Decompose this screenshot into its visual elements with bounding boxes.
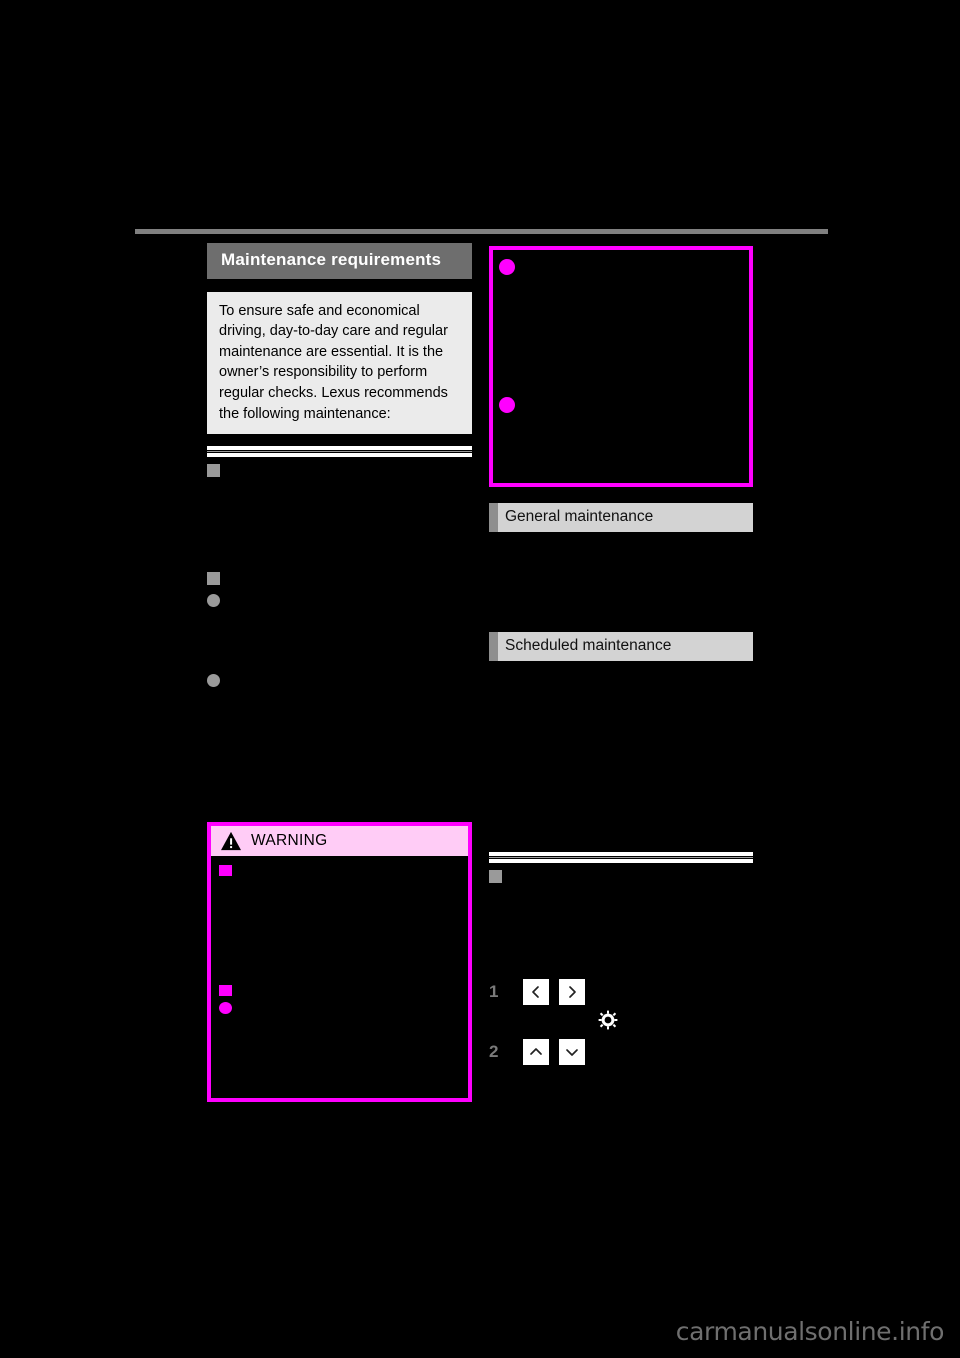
warning-item	[219, 982, 460, 996]
step-number: 1	[489, 982, 499, 1001]
warning-body	[211, 856, 468, 1022]
subheading-label: Do-it-yourself maintenance	[226, 462, 407, 479]
warning-title: WARNING	[251, 832, 328, 849]
warning-item	[219, 862, 460, 876]
subheading-secondary	[207, 569, 472, 586]
right-column-lower: 1 2	[489, 852, 753, 1065]
header-accent-bar	[489, 503, 498, 532]
page-header-rule	[135, 229, 828, 234]
warning-box: WARNING	[207, 822, 472, 1102]
dot-marker-icon	[207, 594, 220, 608]
dot-marker-icon	[219, 1002, 232, 1014]
section-header-scheduled-maintenance: Scheduled maintenance	[489, 632, 753, 661]
chevron-up-icon[interactable]	[523, 1039, 549, 1065]
manual-page: Maintenance requirements To ensure safe …	[0, 0, 960, 1358]
square-marker-icon	[207, 464, 220, 478]
callout-dot-icon	[499, 397, 515, 413]
chevron-right-icon[interactable]	[559, 979, 585, 1005]
intro-paragraph: To ensure safe and economical driving, d…	[207, 291, 472, 435]
square-marker-icon	[219, 985, 232, 996]
section-header-label: General maintenance	[505, 508, 654, 525]
illustration-figure	[489, 246, 753, 487]
subheading-do-it-yourself: Do-it-yourself maintenance	[207, 461, 472, 479]
subheading-right	[489, 867, 753, 883]
section-header-general-maintenance: General maintenance	[489, 503, 753, 532]
square-marker-icon	[207, 572, 220, 586]
warning-item	[219, 999, 460, 1014]
subhead-divider	[489, 852, 753, 863]
warning-header: WARNING	[211, 826, 468, 856]
gear-icon-row	[595, 1007, 753, 1033]
list-item	[207, 671, 472, 688]
square-marker-icon	[219, 865, 232, 876]
page-title: Maintenance requirements	[207, 243, 472, 279]
list-item	[207, 591, 472, 608]
chevron-down-icon[interactable]	[559, 1039, 585, 1065]
square-marker-icon	[489, 870, 502, 883]
section-header-label: Scheduled maintenance	[505, 637, 672, 654]
callout-dot-icon	[499, 259, 515, 275]
site-watermark: carmanualsonline.info	[675, 1317, 945, 1346]
right-column: General maintenance Scheduled maintenanc…	[489, 503, 753, 661]
left-column: Maintenance requirements To ensure safe …	[207, 243, 472, 688]
warning-triangle-icon	[221, 831, 241, 851]
step-number: 2	[489, 1042, 499, 1061]
step-1: 1	[489, 979, 753, 1005]
chevron-left-icon[interactable]	[523, 979, 549, 1005]
step-2: 2	[489, 1039, 753, 1065]
header-accent-bar	[489, 632, 498, 661]
dot-marker-icon	[207, 674, 220, 688]
gear-icon[interactable]	[595, 1007, 621, 1033]
subhead-divider	[207, 446, 472, 458]
